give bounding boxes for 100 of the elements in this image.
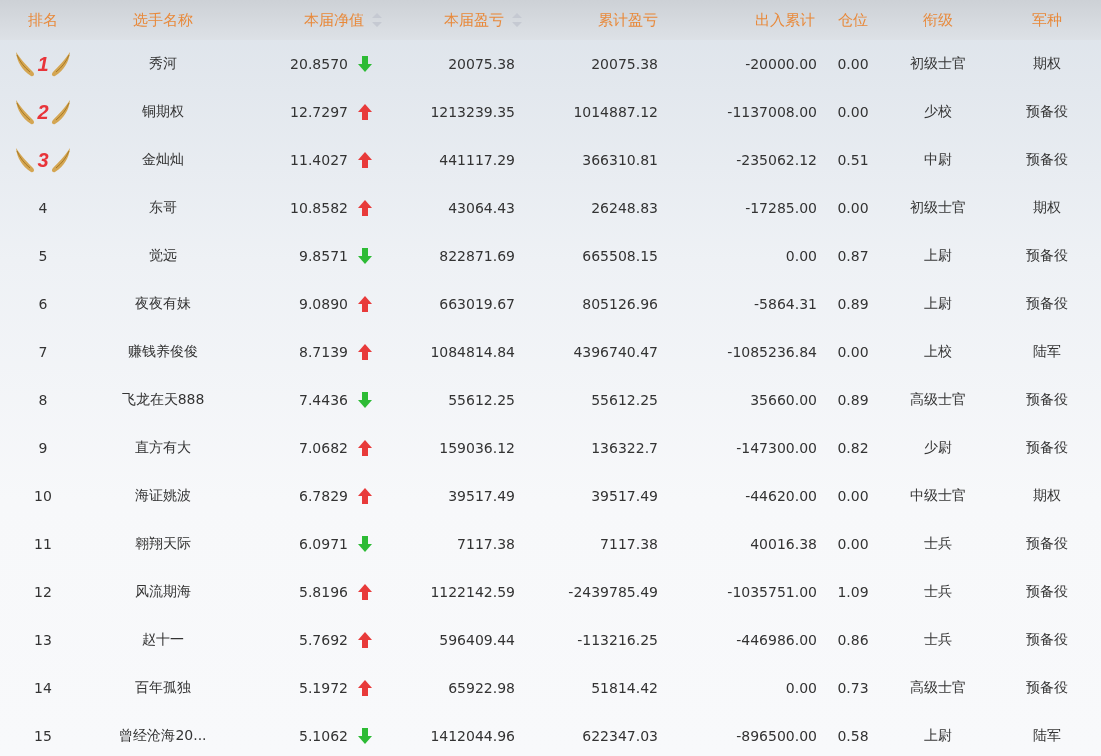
- rank-number: 15: [34, 728, 52, 744]
- table-cell: 12.7297: [290, 104, 348, 120]
- table-cell: 1122142.59: [430, 584, 515, 600]
- table-cell: -1035751.00: [727, 584, 817, 600]
- wing-icon: [14, 50, 37, 78]
- rank-number: 13: [34, 632, 52, 648]
- player-name: 直方有大: [135, 439, 191, 457]
- table-cell: 初级士官: [910, 199, 966, 217]
- table-cell: 20.8570: [290, 56, 348, 72]
- column-header[interactable]: 本届盈亏: [444, 10, 504, 30]
- table-cell: 40016.38: [750, 536, 817, 552]
- player-name: 赚钱养俊俊: [128, 343, 198, 361]
- table-cell: 预备役: [1026, 103, 1068, 121]
- table-cell: 822871.69: [439, 248, 515, 264]
- table-cell: 55612.25: [448, 392, 515, 408]
- table-cell: -17285.00: [745, 200, 817, 216]
- player-name: 东哥: [149, 199, 177, 217]
- table-cell: 预备役: [1026, 391, 1068, 409]
- table-cell: 1213239.35: [430, 104, 515, 120]
- table-cell: 期权: [1033, 199, 1061, 217]
- table-cell: 9.0890: [299, 296, 348, 312]
- table-cell: 7117.38: [457, 536, 515, 552]
- table-cell: 1412044.96: [430, 728, 515, 744]
- table-cell: 预备役: [1026, 247, 1068, 265]
- player-name: 夜夜有妹: [135, 295, 191, 313]
- table-cell: 43064.43: [448, 200, 515, 216]
- table-cell: 0.00: [785, 680, 817, 696]
- table-cell: -5864.31: [754, 296, 817, 312]
- table-cell: 预备役: [1026, 679, 1068, 697]
- table-cell: 7.0682: [299, 440, 348, 456]
- table-cell: 7.4436: [299, 392, 348, 408]
- table-cell: 20075.38: [591, 56, 658, 72]
- table-cell: 0.00: [837, 56, 869, 72]
- table-cell: 预备役: [1026, 151, 1068, 169]
- table-cell: 11.4027: [290, 152, 348, 168]
- table-cell: 1.09: [837, 584, 869, 600]
- table-cell: 26248.83: [591, 200, 658, 216]
- table-cell: 0.73: [837, 680, 869, 696]
- column-header: 军种: [1032, 10, 1062, 30]
- table-cell: 805126.96: [582, 296, 658, 312]
- table-cell: 8.7139: [299, 344, 348, 360]
- player-name: 百年孤独: [135, 679, 191, 697]
- rank-number: 10: [34, 488, 52, 504]
- wing-icon: [14, 98, 37, 126]
- table-cell: 士兵: [924, 535, 952, 553]
- player-name: 飞龙在天888: [121, 391, 205, 409]
- rank-number: 9: [38, 440, 48, 456]
- table-cell: 596409.44: [439, 632, 515, 648]
- table-cell: 9.8571: [299, 248, 348, 264]
- rank-number: 12: [34, 584, 52, 600]
- column-header: 累计盈亏: [598, 10, 658, 30]
- table-cell: 366310.81: [582, 152, 658, 168]
- rank-number: 7: [38, 344, 48, 360]
- rank-number: 11: [34, 536, 52, 552]
- rank-number: 5: [38, 248, 48, 264]
- table-cell: 35660.00: [750, 392, 817, 408]
- table-cell: -147300.00: [736, 440, 817, 456]
- table-cell: 5.8196: [299, 584, 348, 600]
- column-header: 排名: [28, 10, 58, 30]
- wing-icon: [49, 50, 72, 78]
- table-cell: 0.87: [837, 248, 869, 264]
- table-cell: 1084814.84: [430, 344, 515, 360]
- column-header: 仓位: [838, 10, 868, 30]
- table-cell: -1137008.00: [727, 104, 817, 120]
- table-cell: 士兵: [924, 631, 952, 649]
- table-cell: 663019.67: [439, 296, 515, 312]
- table-cell: 0.00: [837, 104, 869, 120]
- table-cell: 39517.49: [448, 488, 515, 504]
- table-cell: -446986.00: [736, 632, 817, 648]
- table-cell: 0.00: [837, 536, 869, 552]
- table-cell: 4396740.47: [573, 344, 658, 360]
- player-name: 秀河: [149, 55, 177, 73]
- table-cell: 665508.15: [582, 248, 658, 264]
- table-cell: 预备役: [1026, 631, 1068, 649]
- table-cell: 初级士官: [910, 55, 966, 73]
- table-cell: 622347.03: [582, 728, 658, 744]
- table-cell: 159036.12: [439, 440, 515, 456]
- table-cell: 10.8582: [290, 200, 348, 216]
- player-name: 觉远: [149, 247, 177, 265]
- table-cell: 6.0971: [299, 536, 348, 552]
- table-cell: 51814.42: [591, 680, 658, 696]
- table-cell: 0.51: [837, 152, 869, 168]
- table-cell: 0.00: [837, 344, 869, 360]
- table-cell: -113216.25: [577, 632, 658, 648]
- column-header: 选手名称: [133, 10, 193, 30]
- wing-icon: [49, 98, 72, 126]
- table-cell: 少尉: [924, 439, 952, 457]
- table-cell: 39517.49: [591, 488, 658, 504]
- wing-icon: [49, 146, 72, 174]
- table-cell: 期权: [1033, 55, 1061, 73]
- table-cell: 0.00: [837, 488, 869, 504]
- table-cell: 20075.38: [448, 56, 515, 72]
- player-name: 金灿灿: [142, 151, 184, 169]
- table-cell: 士兵: [924, 583, 952, 601]
- table-cell: 高级士官: [910, 391, 966, 409]
- table-cell: 上校: [924, 343, 952, 361]
- table-cell: 陆军: [1033, 343, 1061, 361]
- table-cell: 上尉: [924, 727, 952, 745]
- table-cell: -896500.00: [736, 728, 817, 744]
- column-header[interactable]: 本届净值: [304, 10, 364, 30]
